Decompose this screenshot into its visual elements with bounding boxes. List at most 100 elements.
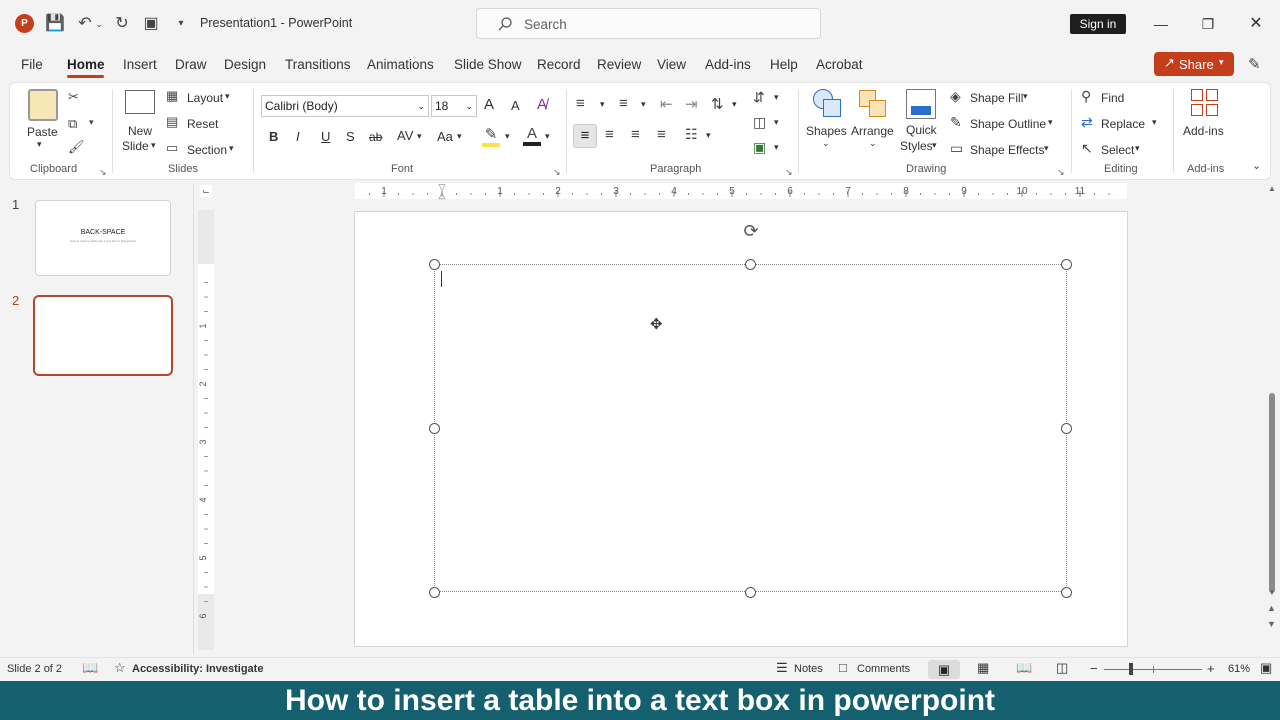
underline-button[interactable]: U	[321, 129, 330, 144]
font-launcher-icon[interactable]: ↘	[553, 167, 561, 178]
text-direction-dropdown-icon[interactable]: ▾	[774, 92, 779, 103]
accessibility-status[interactable]: Accessibility: Investigate	[132, 663, 263, 675]
highlight-dropdown-icon[interactable]: ▾	[505, 131, 510, 142]
previous-slide-icon[interactable]: ▲	[1267, 603, 1276, 613]
tab-transitions[interactable]: Transitions	[285, 57, 351, 72]
change-case-dropdown-icon[interactable]: ▾	[457, 131, 462, 142]
new-slide-button-line2[interactable]: Slide	[122, 139, 149, 153]
vertical-ruler[interactable]: 1 2 3 4 5 6	[198, 210, 214, 650]
format-painter-icon[interactable]: 🖌	[68, 139, 85, 155]
line-spacing-dropdown-icon[interactable]: ▾	[732, 99, 737, 110]
tab-view[interactable]: View	[657, 57, 686, 72]
numbering-dropdown-icon[interactable]: ▾	[641, 99, 646, 110]
resize-handle-top-right[interactable]	[1061, 259, 1072, 270]
font-color-icon[interactable]: A	[523, 125, 541, 146]
zoom-in-button[interactable]: +	[1207, 661, 1215, 676]
font-family-dropdown[interactable]: Calibri (Body) ⌄	[261, 95, 429, 117]
redo-icon[interactable]: ↻	[111, 13, 133, 35]
customize-toolbar-icon[interactable]: ▾	[170, 13, 192, 35]
align-left-button[interactable]: ≡	[573, 124, 597, 148]
shapes-button[interactable]: Shapes	[806, 124, 847, 138]
shape-outline-dropdown-icon[interactable]: ▾	[1048, 117, 1053, 128]
resize-handle-left[interactable]	[429, 423, 440, 434]
resize-handle-right[interactable]	[1061, 423, 1072, 434]
paste-button[interactable]: Paste	[27, 125, 58, 139]
spelling-icon[interactable]: 📖	[82, 660, 98, 676]
text-box[interactable]	[434, 264, 1067, 592]
font-color-dropdown-icon[interactable]: ▾	[545, 131, 550, 142]
tab-draw[interactable]: Draw	[175, 57, 207, 72]
normal-view-button[interactable]: ▣	[928, 660, 960, 679]
change-case-button[interactable]: Aa	[437, 129, 453, 144]
decrease-indent-icon[interactable]: ⇤	[660, 95, 673, 113]
smartart-dropdown-icon[interactable]: ▾	[774, 142, 779, 153]
restore-icon[interactable]: ❐	[1197, 13, 1219, 35]
present-from-beginning-icon[interactable]: ▣	[140, 13, 162, 35]
quick-styles-dropdown-icon[interactable]: ▾	[932, 140, 937, 151]
indent-marker-icon[interactable]: ▽ △	[437, 183, 447, 200]
bold-button[interactable]: B	[269, 129, 278, 144]
decrease-font-size-button[interactable]: A	[511, 98, 520, 113]
clipboard-launcher-icon[interactable]: ↘	[99, 167, 107, 178]
increase-font-size-button[interactable]: A	[484, 96, 494, 113]
tab-add-ins[interactable]: Add-ins	[705, 57, 751, 72]
italic-button[interactable]: I	[296, 129, 300, 144]
increase-indent-icon[interactable]: ⇥	[685, 95, 698, 113]
clear-formatting-icon[interactable]: A̸	[537, 96, 547, 113]
tab-insert[interactable]: Insert	[123, 57, 157, 72]
character-spacing-dropdown-icon[interactable]: ▾	[417, 131, 422, 142]
columns-icon[interactable]: ☷	[685, 126, 698, 143]
zoom-slider[interactable]	[1104, 663, 1202, 675]
align-text-icon[interactable]: ◫	[753, 114, 766, 131]
reset-button[interactable]: Reset	[187, 117, 218, 131]
paste-dropdown-icon[interactable]: ▾	[37, 139, 42, 150]
resize-handle-bottom-left[interactable]	[429, 587, 440, 598]
align-text-dropdown-icon[interactable]: ▾	[774, 117, 779, 128]
comments-pane-icon[interactable]: ✎	[1248, 55, 1261, 73]
section-dropdown-icon[interactable]: ▾	[229, 143, 234, 154]
horizontal-ruler[interactable]: 1 1 2 3 4 5 6 7 8 9 10 11 ▽ △	[355, 183, 1127, 200]
resize-handle-bottom[interactable]	[745, 587, 756, 598]
section-button[interactable]: Section	[187, 143, 227, 157]
convert-to-smartart-icon[interactable]: ▣	[753, 139, 766, 156]
tab-acrobat[interactable]: Acrobat	[816, 57, 863, 72]
undo-icon[interactable]: ↶	[74, 13, 96, 35]
bullets-icon[interactable]: ≡	[576, 95, 585, 112]
resize-handle-top-left[interactable]	[429, 259, 440, 270]
close-icon[interactable]: ✕	[1245, 13, 1267, 35]
notes-button[interactable]: Notes	[794, 663, 823, 675]
undo-dropdown-icon[interactable]: ⌄	[94, 13, 104, 35]
scroll-down-icon[interactable]: ▼	[1268, 588, 1276, 597]
line-spacing-icon[interactable]: ⇅	[711, 95, 724, 113]
next-slide-icon[interactable]: ▼	[1267, 619, 1276, 629]
shape-outline-button[interactable]: Shape Outline	[970, 117, 1046, 131]
slide-thumbnail-1[interactable]: BACK-SPACE How to insert a table into a …	[35, 200, 171, 276]
align-right-icon[interactable]: ≡	[631, 126, 640, 143]
character-spacing-button[interactable]: AV	[397, 128, 413, 143]
comments-button[interactable]: Comments	[857, 663, 910, 675]
new-slide-dropdown-icon[interactable]: ▾	[151, 140, 156, 151]
tab-record[interactable]: Record	[537, 57, 581, 72]
tab-slide-show[interactable]: Slide Show	[454, 57, 522, 72]
share-button[interactable]: ↗ Share ▾	[1154, 52, 1234, 76]
fit-slide-icon[interactable]: ▣	[1260, 660, 1272, 676]
tab-help[interactable]: Help	[770, 57, 798, 72]
shape-effects-button[interactable]: Shape Effects	[970, 143, 1045, 157]
copy-icon[interactable]: ⧉	[68, 116, 77, 132]
shape-fill-dropdown-icon[interactable]: ▾	[1023, 91, 1028, 102]
shapes-dropdown-icon[interactable]: ⌄	[822, 138, 830, 149]
quick-styles-button-line2[interactable]: Styles	[900, 139, 933, 153]
columns-dropdown-icon[interactable]: ▾	[706, 130, 711, 141]
zoom-level[interactable]: 61%	[1228, 663, 1250, 675]
add-ins-button[interactable]: Add-ins	[1183, 124, 1224, 138]
tab-animations[interactable]: Animations	[367, 57, 434, 72]
select-dropdown-icon[interactable]: ▾	[1135, 143, 1140, 154]
layout-dropdown-icon[interactable]: ▾	[225, 91, 230, 102]
text-direction-icon[interactable]: ⇵	[753, 89, 765, 106]
slide-thumbnail-2[interactable]	[33, 295, 173, 376]
arrange-button[interactable]: Arrange	[851, 124, 894, 138]
layout-button[interactable]: Layout	[187, 91, 223, 105]
copy-dropdown-icon[interactable]: ▾	[89, 117, 94, 128]
justify-icon[interactable]: ≡	[657, 126, 666, 143]
replace-button[interactable]: Replace	[1101, 117, 1145, 131]
